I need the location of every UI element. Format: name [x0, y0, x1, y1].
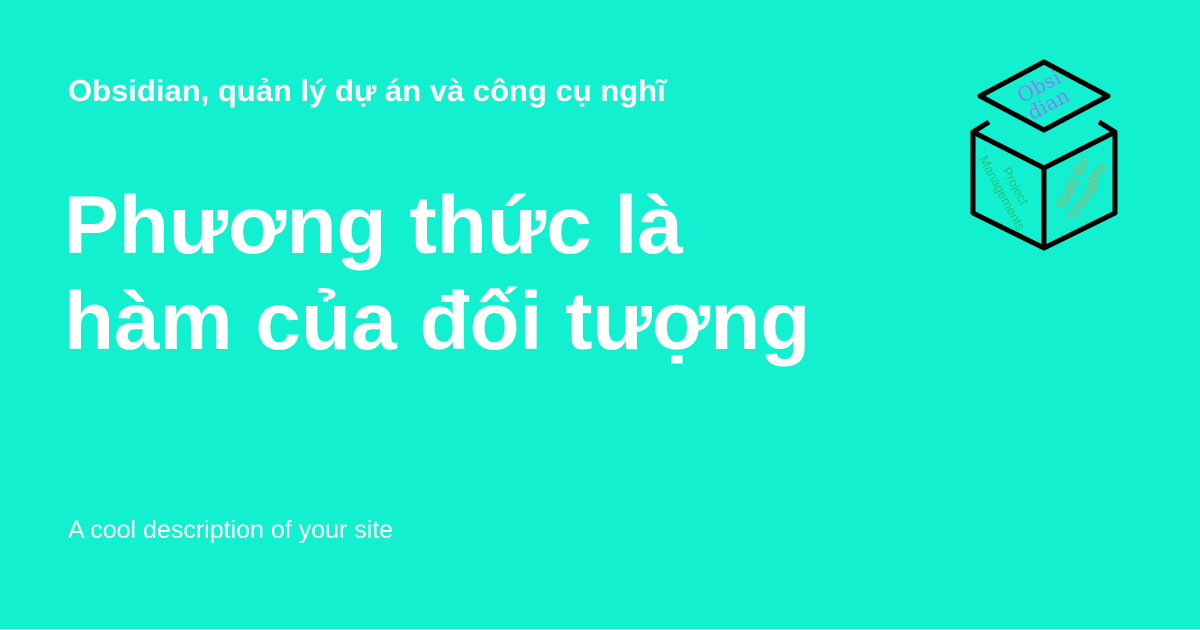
post-title: Phương thức là hàm của đối tượng	[64, 178, 964, 370]
site-description: A cool description of your site	[68, 516, 394, 544]
site-title: Obsidian, quản lý dự án và công cụ nghĩ	[68, 73, 666, 108]
og-card: Obsidian, quản lý dự án và công cụ nghĩ …	[0, 0, 1200, 630]
post-title-line-1: Phương thức là	[64, 180, 683, 271]
cube-logo-icon: Obsi dian Project Managements Tools for …	[970, 59, 1118, 251]
post-title-line-2: hàm của đối tượng	[64, 276, 811, 367]
